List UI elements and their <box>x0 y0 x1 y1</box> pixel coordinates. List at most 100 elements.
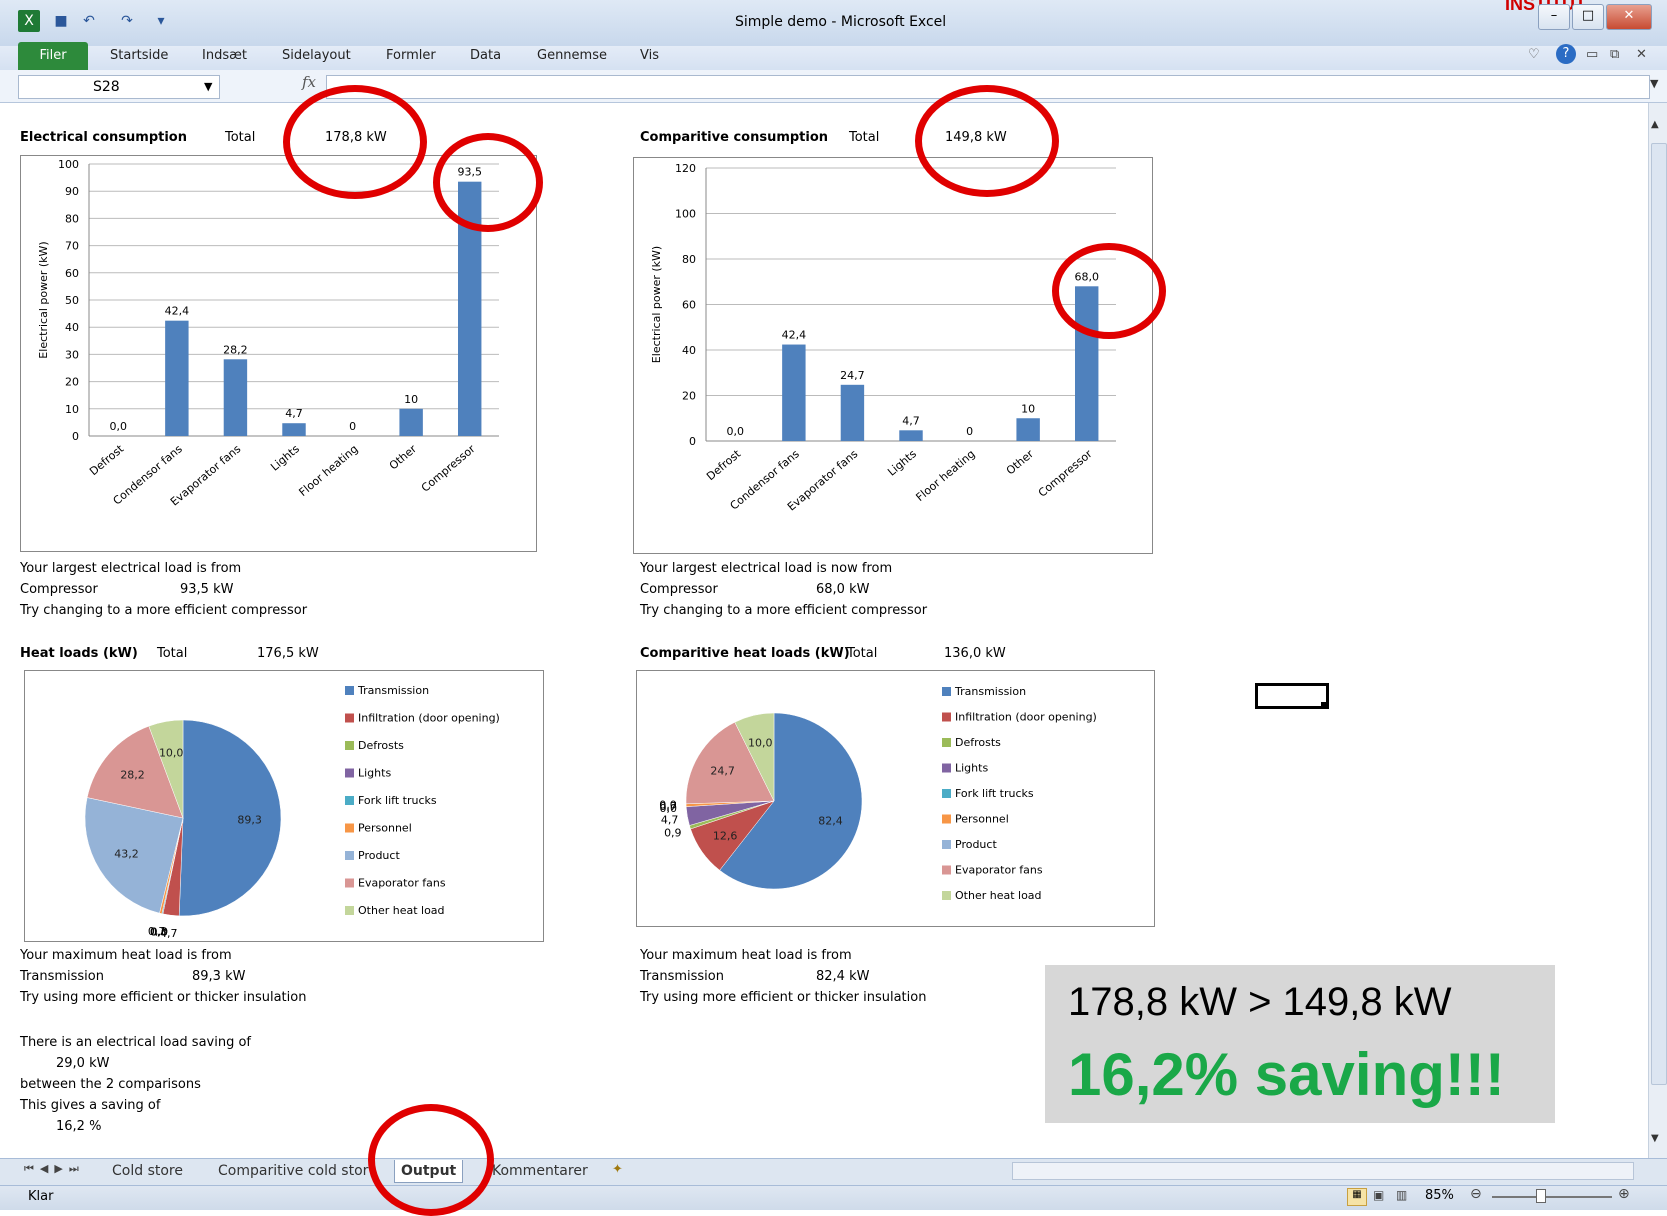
help-icon[interactable]: ? <box>1556 44 1576 64</box>
comp-heat-loads-chart[interactable]: 82,4 12,6 0,9 4,7 0,0 0,7 0,0 24,7 10,0 Transmiss… <box>636 670 1155 927</box>
legend-item: Fork lift trucks <box>955 787 1034 800</box>
undo-icon[interactable]: ↶ <box>78 10 100 32</box>
electrical-messages: Your largest electrical load is from Com… <box>20 558 307 621</box>
scroll-down-icon[interactable]: ▼ <box>1651 1133 1659 1144</box>
page-layout-view-icon[interactable]: ▣ <box>1373 1188 1384 1202</box>
bar <box>399 408 423 436</box>
customize-qat-icon[interactable]: ▾ <box>150 10 172 32</box>
zoom-out-icon[interactable]: ⊖ <box>1470 1186 1482 1202</box>
legend-item: Defrosts <box>358 739 404 752</box>
callout-comparison: 178,8 kW > 149,8 kW <box>1068 980 1452 1024</box>
workbook-restore-icon[interactable]: ⧉ <box>1610 47 1619 62</box>
tab-gennemse[interactable]: Gennemse <box>537 48 607 63</box>
ribbon <box>0 46 1667 71</box>
comp-compressor-highlight-ring <box>1052 243 1166 339</box>
minimize-button[interactable]: – <box>1538 4 1570 30</box>
bar <box>840 384 865 441</box>
name-box[interactable]: S28 ▼ <box>18 75 220 99</box>
legend-swatch <box>942 687 951 696</box>
tab-cold-store[interactable]: Cold store <box>106 1160 189 1182</box>
tab-sidelayout[interactable]: Sidelayout <box>282 48 351 63</box>
y-tick-label: 50 <box>65 294 79 307</box>
legend-swatch <box>942 814 951 824</box>
normal-view-icon[interactable]: ▦ <box>1347 1188 1367 1206</box>
heat-loads-chart[interactable]: 89,3 4,7 0,0 0,0 0,3 0,7 43,2 28,2 10,0 Transmiss… <box>24 670 544 942</box>
legend-item: Infiltration (door opening) <box>358 712 500 725</box>
x-tick-label: Lights <box>268 442 302 473</box>
expand-formula-bar-icon[interactable]: ▼ <box>1650 77 1658 90</box>
comparative-chart[interactable]: 0 20 40 60 80 100 120 0,0 Defrost 42,4 Condensor f… <box>633 157 1153 554</box>
zoom-slider-thumb[interactable] <box>1536 1189 1546 1203</box>
savings-block: There is an electrical load saving of 29… <box>20 1032 251 1137</box>
maximize-button[interactable]: □ <box>1572 4 1604 30</box>
page-break-view-icon[interactable]: ▥ <box>1396 1188 1407 1202</box>
zoom-slider[interactable] <box>1492 1196 1612 1198</box>
y-tick-label: 0 <box>689 435 696 448</box>
bar-value-label: 24,7 <box>840 369 865 382</box>
tab-comparitive-cold-store[interactable]: Comparitive cold stor <box>212 1160 374 1182</box>
comp-total-highlight-ring <box>915 85 1059 197</box>
legend-swatch <box>345 768 354 778</box>
pie-value-label: 12,6 <box>713 829 738 842</box>
bar <box>1016 418 1040 441</box>
comp-heat-messages: Your maximum heat load is from Transmiss… <box>640 945 926 1008</box>
legend-swatch <box>942 789 951 798</box>
y-tick-label: 80 <box>682 253 696 266</box>
minimize-ribbon-icon[interactable]: ♡ <box>1528 47 1540 62</box>
excel-logo-icon[interactable]: X <box>18 10 40 32</box>
legend-swatch <box>345 686 354 695</box>
y-tick-label: 100 <box>58 158 79 171</box>
tab-indsaet[interactable]: Indsæt <box>202 48 247 63</box>
y-tick-label: 70 <box>65 240 79 253</box>
tab-data[interactable]: Data <box>470 48 501 63</box>
tab-scroll-icons[interactable]: ⏮◀▶⏭ <box>24 1162 85 1176</box>
zoom-level[interactable]: 85% <box>1425 1188 1454 1203</box>
chevron-down-icon[interactable]: ▼ <box>204 76 212 98</box>
pie-value-label: 4,7 <box>661 813 679 826</box>
heat-total-label: Total <box>157 646 188 661</box>
zoom-in-icon[interactable]: ⊕ <box>1618 1186 1630 1202</box>
x-tick-label: Other <box>387 442 420 472</box>
legend-item: Personnel <box>955 813 1009 826</box>
heat-loads-pie-svg: 89,34,70,00,00,30,743,228,210,0Transmiss… <box>84 684 500 940</box>
fill-handle[interactable] <box>1321 702 1326 707</box>
close-button[interactable]: ✕ <box>1606 4 1652 30</box>
tab-formler[interactable]: Formler <box>386 48 436 63</box>
pie-value-label: 89,3 <box>237 813 261 826</box>
legend-item: Other heat load <box>358 904 445 917</box>
tab-startside[interactable]: Startside <box>110 48 168 63</box>
legend-item: Transmission <box>357 684 429 697</box>
legend-item: Fork lift trucks <box>358 794 437 807</box>
workbook-close-icon[interactable]: ✕ <box>1636 47 1647 62</box>
scroll-up-icon[interactable]: ▲ <box>1651 119 1659 130</box>
horizontal-scrollbar[interactable] <box>1012 1162 1634 1180</box>
insert-function-icon[interactable]: fx <box>302 73 316 91</box>
x-tick-label: Defrost <box>704 447 744 483</box>
bar <box>223 359 248 436</box>
comp-heat-total-value: 136,0 kW <box>944 646 1006 661</box>
scroll-thumb[interactable] <box>1651 143 1667 1085</box>
vertical-scrollbar[interactable]: ▲ ▼ <box>1648 103 1667 1158</box>
pie-value-label: 43,2 <box>114 847 139 860</box>
legend-item: Evaporator fans <box>955 864 1043 877</box>
pie-slice <box>178 719 282 917</box>
workbook-minimize-icon[interactable]: ▭ <box>1586 47 1598 62</box>
electrical-title: Electrical consumption <box>20 130 187 145</box>
comp-heat-max-row: Transmission 82,4 kW <box>640 966 926 987</box>
bar <box>782 344 806 441</box>
output-tab-highlight-ring <box>368 1104 494 1216</box>
redo-icon[interactable]: ↷ <box>116 10 138 32</box>
bar-value-label: 42,4 <box>782 329 807 342</box>
legend-swatch <box>345 796 354 805</box>
savings-percent-value: 16,2 % <box>56 1119 102 1134</box>
electrical-largest-name: Compressor <box>20 582 98 597</box>
bar-value-label: 28,2 <box>223 343 248 356</box>
heat-title: Heat loads (kW) <box>20 646 138 661</box>
tab-file[interactable]: Filer <box>18 42 88 70</box>
y-tick-label: 20 <box>682 390 696 403</box>
selected-cell[interactable] <box>1255 683 1329 709</box>
tab-vis[interactable]: Vis <box>640 48 659 63</box>
tab-kommentarer[interactable]: Kommentarer <box>486 1160 594 1182</box>
save-icon[interactable]: ■ <box>50 10 72 32</box>
insert-sheet-icon[interactable]: ✦ <box>612 1162 623 1177</box>
